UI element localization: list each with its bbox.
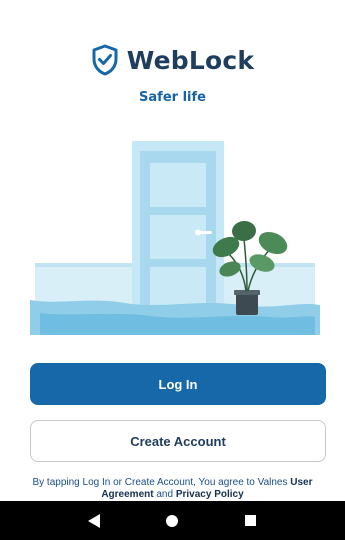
terms-notice: By tapping Log In or Create Account, You… [10,477,335,501]
terms-prefix: By tapping Log In or Create Account, You… [32,477,291,488]
terms-middle: and [153,489,176,500]
nav-home-button[interactable] [160,509,184,533]
door-illustration [30,141,320,335]
nav-recents-button[interactable] [239,509,263,533]
shield-check-icon [92,44,118,76]
logo-row: WebLock [0,44,345,76]
create-account-button[interactable]: Create Account [30,420,326,462]
app-name: WebLock [126,45,255,75]
circle-home-icon [166,514,179,527]
privacy-policy-link[interactable]: Privacy Policy [176,489,244,500]
system-nav-bar [0,501,345,540]
square-recents-icon [245,515,257,526]
app-tagline: Safer life [139,90,206,105]
triangle-back-icon [88,513,101,528]
login-button[interactable]: Log In [30,363,326,405]
nav-back-button[interactable] [82,509,106,533]
